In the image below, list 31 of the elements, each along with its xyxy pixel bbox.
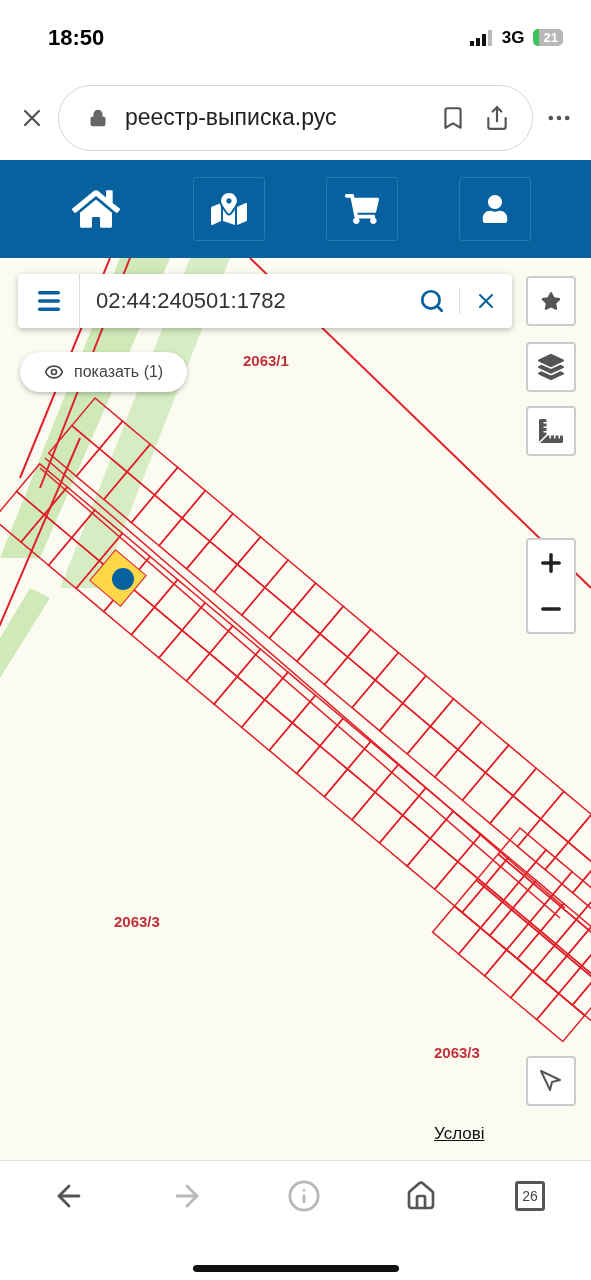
cadastral-search-field[interactable]: 02:44:240501:1782: [80, 287, 405, 315]
search-bar[interactable]: 02:44:240501:1782: [18, 274, 512, 328]
nav-tile[interactable]: [458, 177, 531, 241]
favorites-button[interactable]: [526, 276, 576, 326]
nav-tile[interactable]: [193, 177, 266, 241]
tabs-button[interactable]: 26: [515, 1180, 546, 1211]
url-text: реестр-выписка.рус: [125, 104, 338, 131]
area-label: 2063/3: [434, 1044, 480, 1061]
share-icon[interactable]: [484, 104, 510, 131]
network-type: 3G: [501, 27, 525, 48]
area-label: 2063/1: [243, 352, 289, 369]
layers-button[interactable]: [526, 342, 576, 392]
battery-level: 21: [532, 29, 563, 46]
lock-icon: [89, 108, 107, 127]
signal-icon: [469, 29, 494, 46]
navigation-arrow-icon[interactable]: [539, 1069, 563, 1093]
layers-icon[interactable]: [538, 354, 564, 380]
star-icon[interactable]: [541, 291, 561, 311]
nav-tile[interactable]: [325, 177, 398, 241]
terms-link[interactable]: Услові: [434, 1124, 485, 1144]
user-icon[interactable]: [480, 195, 509, 223]
cart-icon[interactable]: [344, 192, 379, 226]
area-label: 2063/3: [114, 913, 160, 930]
search-icon[interactable]: [419, 288, 445, 314]
measure-button[interactable]: [526, 406, 576, 456]
status-time: 18:50: [48, 24, 105, 51]
show-button[interactable]: показать (1): [20, 352, 188, 392]
map-icon[interactable]: [211, 191, 248, 227]
ruler-icon[interactable]: [539, 419, 563, 443]
eye-icon[interactable]: [44, 362, 64, 382]
locate-button[interactable]: [526, 1056, 576, 1106]
